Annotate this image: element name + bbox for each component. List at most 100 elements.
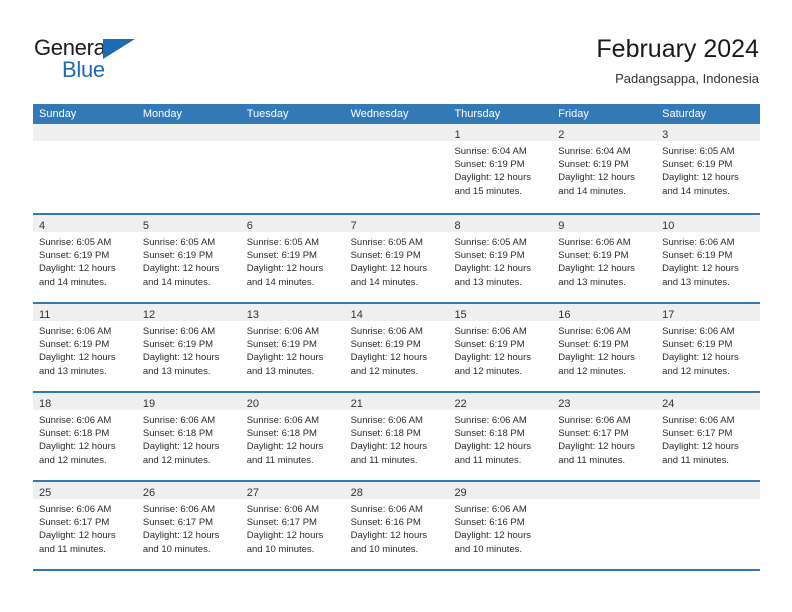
day-cell-9[interactable]: 9 Sunrise: 6:06 AM Sunset: 6:19 PM Daylight… — [552, 215, 657, 302]
day-detail-line: Sunset: 6:19 PM — [558, 159, 629, 171]
day-detail-line: Sunrise: 6:06 AM — [246, 504, 320, 515]
day-cell-22[interactable]: 22 Sunrise: 6:06 AM Sunset: 6:18 PM Dayligh… — [448, 393, 553, 480]
day-number-band: 19 — [136, 393, 241, 410]
day-cell-17[interactable]: 17 Sunrise: 6:06 AM Sunset: 6:19 PM Dayligh… — [656, 304, 761, 391]
day-detail-line: Daylight: 12 hours — [558, 172, 635, 184]
day-details: Sunrise: 6:06 AM Sunset: 6:17 PM Daylight:… — [137, 499, 241, 556]
day-detail-line: and 11 minutes. — [662, 454, 730, 466]
day-detail-line: Sunrise: 6:06 AM — [39, 504, 112, 515]
day-cell-19[interactable]: 19 Sunrise: 6:06 AM Sunset: 6:18 PM Dayligh… — [136, 393, 241, 480]
calendar-bottom-rule — [33, 569, 760, 571]
day-detail-line: Sunrise: 6:06 AM — [662, 415, 735, 426]
day-cell-26[interactable]: 26 Sunrise: 6:06 AM Sunset: 6:17 PM Dayligh… — [136, 482, 241, 569]
day-detail-line: and 10 minutes. — [246, 543, 315, 555]
day-cell-1[interactable]: 1 Sunrise: 6:04 AM Sunset: 6:19 PM Daylight… — [448, 124, 553, 213]
page-header: General Blue February 2024 Padangsappa, … — [0, 0, 792, 100]
day-cell-3[interactable]: 3 Sunrise: 6:05 AM Sunset: 6:19 PM Daylight… — [656, 124, 761, 213]
day-cell-21[interactable]: 21 Sunrise: 6:06 AM Sunset: 6:18 PM Dayligh… — [344, 393, 449, 480]
day-detail-line: and 13 minutes. — [454, 276, 523, 288]
day-detail-line: Sunrise: 6:06 AM — [454, 415, 527, 426]
day-number: 2 — [558, 129, 565, 141]
day-detail-line: Sunrise: 6:06 AM — [662, 326, 735, 337]
day-cell-15[interactable]: 15 Sunrise: 6:06 AM Sunset: 6:19 PM Dayligh… — [448, 304, 553, 391]
day-details: Sunrise: 6:06 AM Sunset: 6:18 PM Daylight:… — [241, 410, 345, 467]
day-detail-line: Sunset: 6:17 PM — [246, 517, 317, 529]
day-cell-20[interactable]: 20 Sunrise: 6:06 AM Sunset: 6:18 PM Dayligh… — [240, 393, 345, 480]
day-detail-line: and 14 minutes. — [350, 276, 419, 288]
day-detail-line: Daylight: 12 hours — [454, 263, 532, 275]
day-number: 20 — [246, 398, 259, 410]
day-number-band: 20 — [240, 393, 345, 410]
day-cell-13[interactable]: 13 Sunrise: 6:06 AM Sunset: 6:19 PM Dayligh… — [240, 304, 345, 391]
day-cell-29[interactable]: 29 Sunrise: 6:06 AM Sunset: 6:16 PM Dayligh… — [448, 482, 553, 569]
day-cell-empty — [552, 482, 657, 569]
day-cell-16[interactable]: 16 Sunrise: 6:06 AM Sunset: 6:19 PM Dayligh… — [552, 304, 657, 391]
day-detail-line: Sunset: 6:19 PM — [350, 339, 421, 351]
day-details: Sunrise: 6:05 AM Sunset: 6:19 PM Daylight:… — [241, 232, 345, 289]
day-cell-2[interactable]: 2 Sunrise: 6:04 AM Sunset: 6:19 PM Daylight… — [552, 124, 657, 213]
day-detail-line: and 14 minutes. — [558, 185, 626, 197]
day-number: 22 — [454, 398, 467, 410]
day-cell-18[interactable]: 18 Sunrise: 6:06 AM Sunset: 6:18 PM Dayligh… — [33, 393, 137, 480]
day-detail-line: Sunset: 6:18 PM — [246, 428, 317, 440]
day-number-band: 5 — [136, 215, 241, 232]
day-cell-28[interactable]: 28 Sunrise: 6:06 AM Sunset: 6:16 PM Dayligh… — [344, 482, 449, 569]
day-cell-10[interactable]: 10 Sunrise: 6:06 AM Sunset: 6:19 PM Dayligh… — [656, 215, 761, 302]
day-detail-line: Sunset: 6:18 PM — [454, 428, 525, 440]
day-cell-24[interactable]: 24 Sunrise: 6:06 AM Sunset: 6:17 PM Dayligh… — [656, 393, 761, 480]
day-detail-line: Sunset: 6:19 PM — [454, 339, 525, 351]
day-detail-line: Daylight: 12 hours — [246, 441, 324, 453]
day-detail-line: and 12 minutes. — [350, 365, 419, 377]
day-detail-line: Daylight: 12 hours — [142, 352, 220, 364]
day-detail-line: and 12 minutes. — [558, 365, 626, 377]
day-detail-line: Daylight: 12 hours — [350, 441, 428, 453]
day-detail-line: Sunset: 6:17 PM — [142, 517, 214, 529]
day-cell-14[interactable]: 14 Sunrise: 6:06 AM Sunset: 6:19 PM Dayligh… — [344, 304, 449, 391]
day-cell-11[interactable]: 11 Sunrise: 6:06 AM Sunset: 6:19 PM Dayligh… — [33, 304, 137, 391]
day-number: 3 — [662, 129, 669, 141]
day-details — [33, 141, 137, 145]
day-detail-line: and 13 minutes. — [558, 276, 626, 288]
day-detail-line: Daylight: 12 hours — [350, 352, 428, 364]
day-cell-27[interactable]: 27 Sunrise: 6:06 AM Sunset: 6:17 PM Dayligh… — [240, 482, 345, 569]
day-cell-6[interactable]: 6 Sunrise: 6:05 AM Sunset: 6:19 PM Daylight… — [240, 215, 345, 302]
day-detail-line: and 13 minutes. — [39, 365, 107, 377]
day-number-band: 12 — [136, 304, 241, 321]
day-details: Sunrise: 6:06 AM Sunset: 6:19 PM Daylight:… — [241, 321, 345, 378]
day-cell-4[interactable]: 4 Sunrise: 6:05 AM Sunset: 6:19 PM Daylight… — [33, 215, 137, 302]
day-detail-line: and 12 minutes. — [39, 454, 107, 466]
day-number-band: 6 — [240, 215, 345, 232]
day-cell-12[interactable]: 12 Sunrise: 6:06 AM Sunset: 6:19 PM Dayligh… — [136, 304, 241, 391]
day-detail-line: Sunrise: 6:06 AM — [246, 326, 320, 337]
day-detail-line: Sunrise: 6:05 AM — [142, 237, 216, 248]
day-detail-line: Daylight: 12 hours — [246, 263, 324, 275]
day-detail-line: Sunset: 6:16 PM — [350, 517, 421, 529]
day-detail-line: and 10 minutes. — [454, 543, 523, 555]
day-cell-25[interactable]: 25 Sunrise: 6:06 AM Sunset: 6:17 PM Dayligh… — [33, 482, 137, 569]
day-detail-line: Sunrise: 6:06 AM — [454, 504, 527, 515]
weekday-header-friday: Friday — [558, 108, 589, 120]
day-cell-7[interactable]: 7 Sunrise: 6:05 AM Sunset: 6:19 PM Daylight… — [344, 215, 449, 302]
day-details: Sunrise: 6:06 AM Sunset: 6:17 PM Daylight:… — [552, 410, 656, 467]
day-detail-line: Sunset: 6:19 PM — [246, 339, 317, 351]
day-detail-line: Sunrise: 6:05 AM — [39, 237, 112, 248]
day-number-band: 2 — [552, 124, 657, 141]
day-detail-line: Sunrise: 6:04 AM — [558, 146, 631, 157]
day-detail-line: Sunset: 6:18 PM — [350, 428, 421, 440]
day-number-band — [33, 124, 137, 141]
day-detail-line: Sunrise: 6:06 AM — [246, 415, 320, 426]
day-detail-line: Sunset: 6:19 PM — [246, 250, 317, 262]
day-detail-line: Sunrise: 6:06 AM — [558, 237, 631, 248]
day-cell-8[interactable]: 8 Sunrise: 6:05 AM Sunset: 6:19 PM Daylight… — [448, 215, 553, 302]
day-detail-line: Daylight: 12 hours — [454, 352, 532, 364]
day-number-band: 9 — [552, 215, 657, 232]
day-detail-line: and 13 minutes. — [246, 365, 315, 377]
day-cell-5[interactable]: 5 Sunrise: 6:05 AM Sunset: 6:19 PM Daylight… — [136, 215, 241, 302]
day-detail-line: Sunrise: 6:05 AM — [350, 237, 423, 248]
day-detail-line: Sunrise: 6:06 AM — [142, 326, 216, 337]
day-cell-23[interactable]: 23 Sunrise: 6:06 AM Sunset: 6:17 PM Dayligh… — [552, 393, 657, 480]
day-number: 23 — [558, 398, 571, 410]
day-detail-line: Sunrise: 6:06 AM — [142, 415, 216, 426]
day-details: Sunrise: 6:06 AM Sunset: 6:17 PM Daylight:… — [241, 499, 345, 556]
day-detail-line: Sunset: 6:19 PM — [454, 250, 525, 262]
